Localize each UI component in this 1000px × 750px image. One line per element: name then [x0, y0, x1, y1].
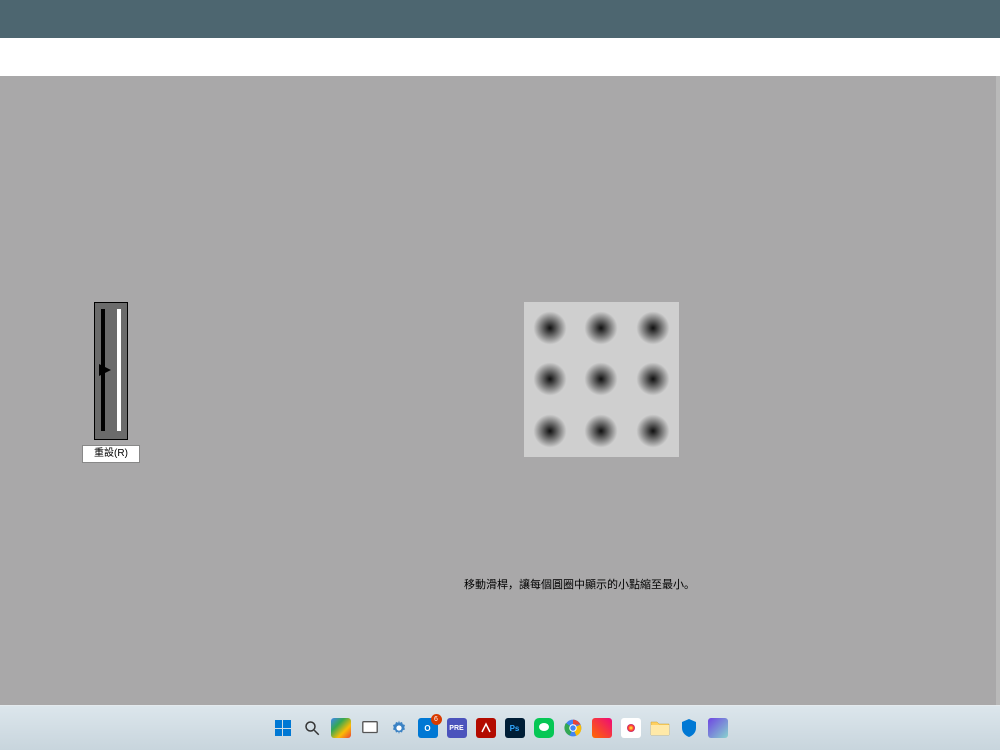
line-icon	[534, 718, 554, 738]
davinci-icon	[621, 718, 641, 738]
task-view-button[interactable]	[358, 716, 382, 740]
photoshop-button[interactable]: Ps	[503, 716, 527, 740]
calibration-dot	[524, 302, 576, 354]
shield-icon	[680, 718, 698, 738]
calibration-dot	[627, 302, 679, 354]
slider-thumb[interactable]	[98, 363, 112, 377]
display-app-icon	[708, 718, 728, 738]
calibration-dot	[576, 302, 628, 354]
widgets-icon	[331, 718, 351, 738]
paint3d-button[interactable]	[590, 716, 614, 740]
folder-icon	[650, 719, 670, 737]
chrome-icon	[563, 718, 583, 738]
start-button[interactable]	[271, 716, 295, 740]
teams-button[interactable]: PRE	[445, 716, 469, 740]
widgets-button[interactable]	[329, 716, 353, 740]
davinci-button[interactable]	[619, 716, 643, 740]
calibration-preview-grid	[524, 302, 679, 457]
paint3d-icon	[592, 718, 612, 738]
search-icon	[303, 719, 321, 737]
task-view-icon	[361, 719, 379, 737]
window-titlebar	[0, 0, 1000, 38]
adobe-reader-button[interactable]	[474, 716, 498, 740]
settings-button[interactable]	[387, 716, 411, 740]
outlook-button[interactable]: O 6	[416, 716, 440, 740]
calibration-dot	[576, 354, 628, 406]
vertical-scrollbar[interactable]	[996, 76, 1000, 705]
calibration-canvas: 重設(R) 移動滑桿，讓每個圓圈中顯示的小點縮至最小。	[0, 76, 1000, 705]
taskbar-icon-row: O 6 PRE Ps	[271, 716, 730, 740]
toolbar-blank	[0, 38, 1000, 76]
instruction-text: 移動滑桿，讓每個圓圈中顯示的小點縮至最小。	[464, 576, 695, 592]
calibration-dot	[576, 405, 628, 457]
windows-taskbar: O 6 PRE Ps	[0, 705, 1000, 750]
calibration-dot	[524, 405, 576, 457]
gear-icon	[390, 719, 408, 737]
display-app-button[interactable]	[706, 716, 730, 740]
gamma-slider[interactable]	[94, 302, 128, 440]
reset-button[interactable]: 重設(R)	[82, 445, 140, 463]
chrome-button[interactable]	[561, 716, 585, 740]
search-button[interactable]	[300, 716, 324, 740]
calibration-dot	[627, 405, 679, 457]
windows-logo-icon	[275, 720, 291, 736]
adobe-icon	[476, 718, 496, 738]
notification-badge: 6	[431, 714, 442, 725]
photoshop-icon: Ps	[505, 718, 525, 738]
security-button[interactable]	[677, 716, 701, 740]
slider-track-right	[117, 309, 121, 431]
calibration-dot	[524, 354, 576, 406]
line-button[interactable]	[532, 716, 556, 740]
file-explorer-button[interactable]	[648, 716, 672, 740]
teams-icon: PRE	[447, 718, 467, 738]
calibration-dot	[627, 354, 679, 406]
